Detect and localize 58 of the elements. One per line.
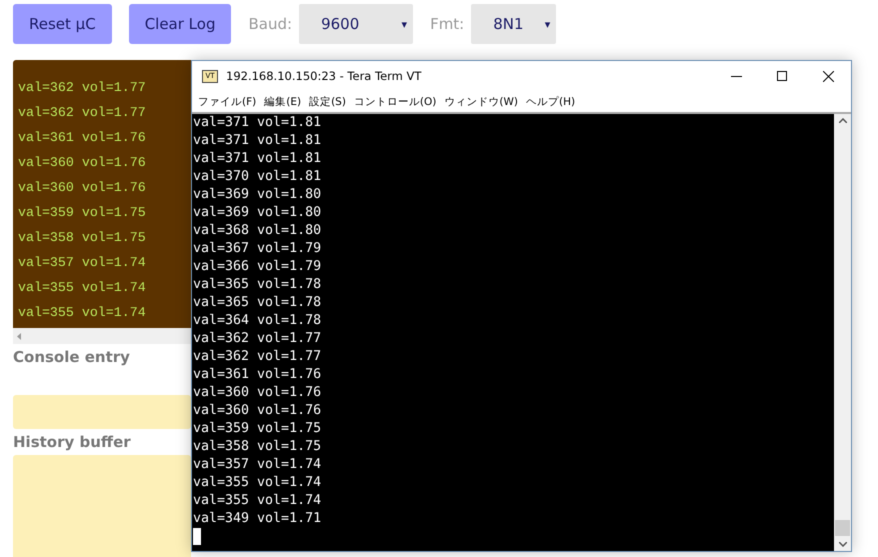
terminal-line: val=362 vol=1.77 — [193, 330, 322, 348]
terminal-line: val=364 vol=1.78 — [193, 312, 322, 330]
terminal-line: val=369 vol=1.80 — [193, 186, 322, 204]
history-text-area[interactable] — [13, 455, 191, 557]
terminal-line: val=369 vol=1.80 — [193, 204, 322, 222]
menu-item[interactable]: コントロール(O) — [352, 94, 442, 108]
log-line: val=355 vol=1.74 — [18, 304, 146, 322]
close-icon — [822, 70, 834, 82]
toolbar-button[interactable]: Clear Log — [128, 4, 232, 44]
terminal-line: val=371 vol=1.81 — [193, 114, 322, 132]
terminal-line: val=358 vol=1.75 — [193, 438, 322, 456]
toolbar-button[interactable]: Reset µC — [13, 4, 112, 44]
vertical-scrollbar[interactable] — [834, 114, 851, 551]
menu-item[interactable]: ファイル(F) — [196, 94, 262, 108]
section-heading: Console entry — [13, 347, 130, 368]
dropdown-select[interactable]: 8N1 ▾ — [471, 4, 556, 44]
terminal-line: val=371 vol=1.81 — [193, 132, 322, 150]
scroll-left-icon[interactable] — [17, 332, 21, 340]
console-input-field[interactable] — [13, 395, 191, 429]
log-line: val=362 vol=1.77 — [18, 104, 146, 122]
terminal-line: val=360 vol=1.76 — [193, 384, 322, 402]
log-line: val=358 vol=1.75 — [18, 229, 146, 247]
dropdown-select[interactable]: 9600 ▾ — [299, 4, 414, 44]
terminal-line: val=371 vol=1.81 — [193, 150, 322, 168]
terminal-line: val=368 vol=1.80 — [193, 222, 322, 240]
terminal-line: val=367 vol=1.79 — [193, 240, 322, 258]
scroll-thumb[interactable] — [835, 520, 850, 536]
select-label: Fmt: — [430, 15, 464, 33]
menu-item[interactable]: ヘルプ(H) — [524, 94, 582, 108]
terminal-line: val=355 vol=1.74 — [193, 492, 322, 510]
section-heading: History buffer — [13, 432, 131, 453]
select-label: Baud: — [248, 15, 292, 33]
terminal-line: val=357 vol=1.74 — [193, 456, 322, 474]
log-line: val=361 vol=1.76 — [18, 129, 146, 147]
scroll-down-icon[interactable] — [838, 542, 846, 547]
log-line: val=357 vol=1.74 — [18, 254, 146, 272]
window-title: 192.168.10.150:23 - Tera Term VT — [226, 69, 422, 83]
menu-item[interactable]: 設定(S) — [307, 94, 352, 108]
scroll-up-icon[interactable] — [838, 118, 846, 123]
log-line: val=362 vol=1.77 — [18, 79, 146, 97]
log-line: val=359 vol=1.75 — [18, 204, 146, 222]
terminal-line: val=370 vol=1.81 — [193, 168, 322, 186]
terminal-line: val=349 vol=1.71 — [193, 510, 322, 528]
horizontal-scrollbar[interactable] — [13, 328, 191, 344]
terminal-line: val=366 vol=1.79 — [193, 258, 322, 276]
maximize-icon — [777, 71, 787, 81]
terminal-line: val=365 vol=1.78 — [193, 294, 322, 312]
terminal-line: val=355 vol=1.74 — [193, 474, 322, 492]
log-line: val=360 vol=1.76 — [18, 154, 146, 172]
terminal-line: val=362 vol=1.77 — [193, 348, 322, 366]
log-line: val=355 vol=1.74 — [18, 279, 146, 297]
menu-item[interactable]: ウィンドウ(W) — [442, 94, 524, 108]
terminal-line: val=359 vol=1.75 — [193, 420, 322, 438]
terminal-line: val=360 vol=1.76 — [193, 402, 322, 420]
menu-item[interactable]: 編集(E) — [262, 94, 308, 108]
log-line: val=360 vol=1.76 — [18, 179, 146, 197]
terminal-line: val=365 vol=1.78 — [193, 276, 322, 294]
terminal-line: val=361 vol=1.76 — [193, 366, 322, 384]
